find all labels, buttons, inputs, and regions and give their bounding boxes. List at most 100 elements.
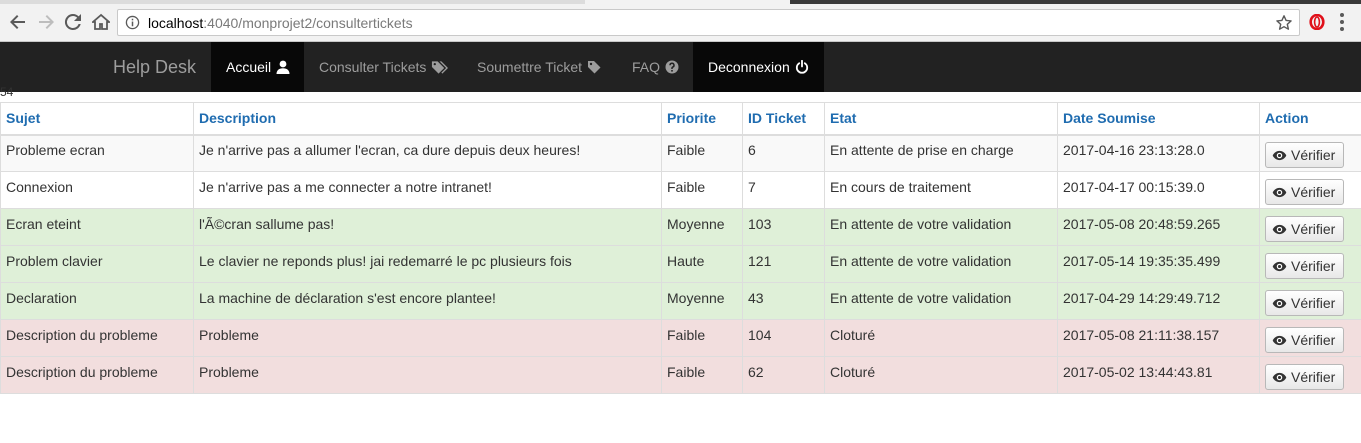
brand-title[interactable]: Help Desk — [113, 42, 196, 92]
cell-date-soumise: 2017-04-29 14:29:49.712 — [1057, 282, 1260, 320]
cell-etat: Cloturé — [824, 356, 1058, 394]
nav-item-consulter-tickets[interactable]: Consulter Tickets — [304, 42, 462, 92]
table-row: Probleme ecran Je n'arrive pas a allumer… — [0, 134, 1361, 172]
table-header-row: Sujet Description Priorite ID Ticket Eta… — [0, 102, 1361, 136]
cell-sujet: Ecran eteint — [0, 208, 194, 246]
cell-description: Le clavier ne reponds plus! jai redemarr… — [193, 245, 662, 283]
forward-arrow-icon[interactable] — [36, 12, 56, 32]
cell-action: Vérifier — [1259, 134, 1361, 172]
app-navbar: Help Desk Accueil Consulter Tickets Soum… — [0, 42, 1361, 92]
cell-action: Vérifier — [1259, 208, 1361, 246]
verify-button-label: Vérifier — [1291, 369, 1336, 385]
power-icon — [795, 60, 809, 74]
eye-icon — [1272, 372, 1287, 383]
cell-action: Vérifier — [1259, 319, 1361, 357]
verify-button-label: Vérifier — [1291, 295, 1336, 311]
cell-sujet: Declaration — [0, 282, 194, 320]
eye-icon — [1272, 261, 1287, 272]
column-header-action[interactable]: Action — [1259, 102, 1361, 136]
column-header-sujet[interactable]: Sujet — [0, 102, 194, 136]
url-host: localhost — [148, 14, 204, 31]
table-row: Description du probleme Probleme Faible … — [0, 319, 1361, 357]
back-arrow-icon[interactable] — [8, 12, 28, 32]
cell-etat: En attente de votre validation — [824, 282, 1058, 320]
eye-icon — [1272, 335, 1287, 346]
browser-menu-icon[interactable] — [1339, 13, 1345, 31]
verify-button[interactable]: Vérifier — [1265, 327, 1345, 353]
cell-priorite: Faible — [661, 134, 743, 172]
cell-date-soumise: 2017-05-08 21:11:38.157 — [1057, 319, 1260, 357]
verify-button-label: Vérifier — [1291, 258, 1336, 274]
cell-priorite: Faible — [661, 171, 743, 209]
cell-description: Je n'arrive pas a me connecter a notre i… — [193, 171, 662, 209]
cell-sujet: Connexion — [0, 171, 194, 209]
column-header-date-soumise[interactable]: Date Soumise — [1057, 102, 1260, 136]
cell-action: Vérifier — [1259, 356, 1361, 394]
column-header-etat[interactable]: Etat — [824, 102, 1058, 136]
verify-button[interactable]: Vérifier — [1265, 290, 1345, 316]
cell-id-ticket: 121 — [742, 245, 825, 283]
bookmark-star-icon[interactable] — [1275, 14, 1293, 32]
cell-etat: En attente de votre validation — [824, 245, 1058, 283]
cell-etat: En cours de traitement — [824, 171, 1058, 209]
cell-sujet: Problem clavier — [0, 245, 194, 283]
tags-icon — [431, 60, 449, 74]
table-row: Connexion Je n'arrive pas a me connecter… — [0, 171, 1361, 209]
question-circle-icon — [665, 60, 679, 74]
cell-priorite: Faible — [661, 356, 743, 394]
nav-item-accueil[interactable]: Accueil — [211, 42, 304, 92]
nav-label-accueil: Accueil — [226, 59, 272, 75]
cell-date-soumise: 2017-05-02 13:44:43.81 — [1057, 356, 1260, 394]
eye-icon — [1272, 150, 1287, 161]
cell-description: Probleme — [193, 356, 662, 394]
cell-priorite: Moyenne — [661, 208, 743, 246]
opera-extension-icon[interactable] — [1309, 13, 1325, 31]
nav-label-deconnexion: Deconnexion — [708, 59, 790, 75]
cell-description: l'Ã©cran sallume pas! — [193, 208, 662, 246]
cell-date-soumise: 2017-05-14 19:35:35.499 — [1057, 245, 1260, 283]
nav-label-faq: FAQ — [632, 59, 661, 75]
eye-icon — [1272, 187, 1287, 198]
eye-icon — [1272, 224, 1287, 235]
reload-icon[interactable] — [63, 12, 83, 32]
url-path: :4040/monprojet2/consultertickets — [203, 14, 413, 31]
nav-item-soumettre-ticket[interactable]: Soumettre Ticket — [462, 42, 617, 92]
tickets-table: Sujet Description Priorite ID Ticket Eta… — [0, 102, 1361, 394]
verify-button-label: Vérifier — [1291, 332, 1336, 348]
active-tab[interactable] — [585, 0, 790, 4]
info-icon[interactable] — [124, 15, 140, 31]
cell-sujet: Probleme ecran — [0, 134, 194, 172]
cell-action: Vérifier — [1259, 171, 1361, 209]
browser-chrome: localhost:4040/monprojet2/consulterticke… — [0, 0, 1361, 42]
cell-description: Je n'arrive pas a allumer l'ecran, ca du… — [193, 134, 662, 172]
table-row: Ecran eteint l'Ã©cran sallume pas! Moyen… — [0, 208, 1361, 246]
nav-label-consulter: Consulter Tickets — [319, 59, 427, 75]
nav-item-faq[interactable]: FAQ — [617, 42, 693, 92]
verify-button[interactable]: Vérifier — [1265, 253, 1345, 279]
user-icon — [276, 60, 290, 74]
table-row: Description du probleme Probleme Faible … — [0, 356, 1361, 394]
url-text: localhost:4040/monprojet2/consulterticke… — [148, 15, 413, 31]
cell-id-ticket: 43 — [742, 282, 825, 320]
tab-strip — [0, 0, 1361, 4]
cell-priorite: Faible — [661, 319, 743, 357]
eye-icon — [1272, 298, 1287, 309]
cell-date-soumise: 2017-04-16 23:13:28.0 — [1057, 134, 1260, 172]
column-header-priorite[interactable]: Priorite — [661, 102, 743, 136]
nav-item-deconnexion[interactable]: Deconnexion — [693, 42, 824, 92]
verify-button[interactable]: Vérifier — [1265, 216, 1345, 242]
cell-priorite: Haute — [661, 245, 743, 283]
verify-button[interactable]: Vérifier — [1265, 364, 1345, 390]
column-header-id-ticket[interactable]: ID Ticket — [742, 102, 825, 136]
verify-button[interactable]: Vérifier — [1265, 179, 1345, 205]
cell-action: Vérifier — [1259, 245, 1361, 283]
cell-etat: En attente de prise en charge — [824, 134, 1058, 172]
stray-count-text: 54 — [0, 85, 14, 99]
address-bar[interactable]: localhost:4040/monprojet2/consulterticke… — [117, 9, 1300, 36]
cell-id-ticket: 6 — [742, 134, 825, 172]
column-header-description[interactable]: Description — [193, 102, 662, 136]
verify-button-label: Vérifier — [1291, 147, 1336, 164]
home-icon[interactable] — [91, 12, 111, 32]
cell-description: La machine de déclaration s'est encore p… — [193, 282, 662, 320]
verify-button[interactable]: Vérifier — [1265, 142, 1345, 169]
